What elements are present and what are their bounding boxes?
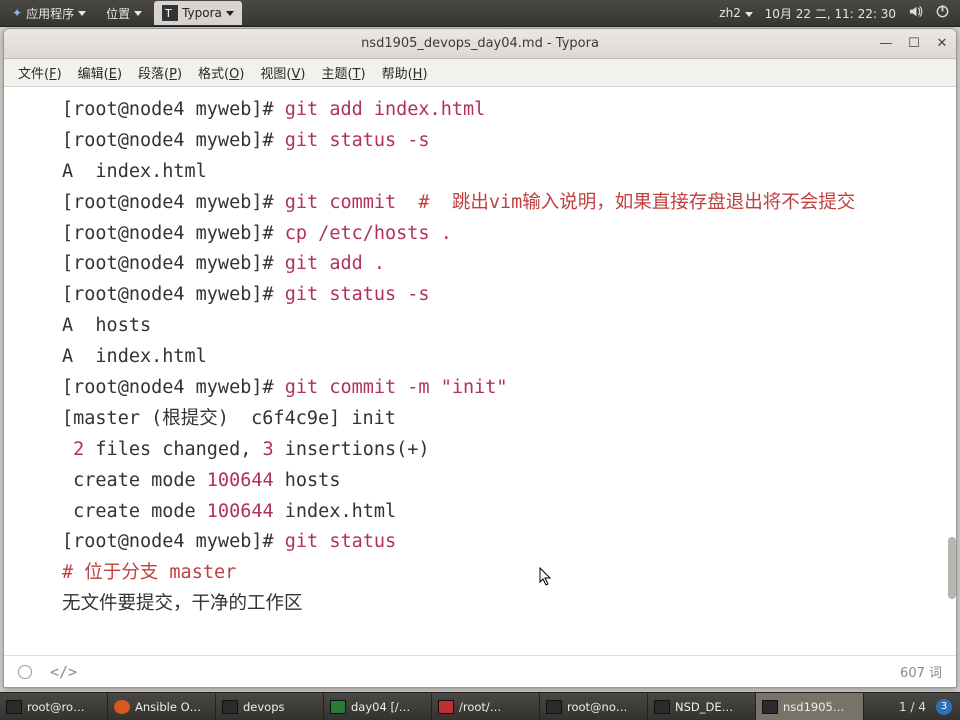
- term-icon: [222, 700, 238, 714]
- taskbar-item[interactable]: root@no…: [540, 693, 648, 720]
- chevron-down-icon: [226, 11, 234, 16]
- taskbar-item[interactable]: root@ro…: [0, 693, 108, 720]
- editor-line[interactable]: create mode 100644 index.html: [62, 497, 956, 528]
- svg-text:T: T: [164, 7, 172, 20]
- ff-icon: [114, 700, 130, 714]
- source-mode-icon[interactable]: </>: [50, 663, 77, 681]
- taskbar-item-label: devops: [243, 700, 285, 714]
- workspace-pager[interactable]: 1 / 4: [899, 700, 926, 714]
- menu-theme[interactable]: 主题(T): [313, 59, 373, 86]
- app-menubar: 文件(F) 编辑(E) 段落(P) 格式(O) 视图(V) 主题(T) 帮助(H…: [4, 59, 956, 87]
- volume-icon[interactable]: [908, 4, 923, 22]
- taskbar-item-label: /root/…: [459, 700, 501, 714]
- taskbar-item[interactable]: day04 [/…: [324, 693, 432, 720]
- word-count[interactable]: 607 词: [900, 662, 942, 681]
- taskbar-item[interactable]: NSD_DE…: [648, 693, 756, 720]
- chevron-down-icon: [78, 11, 86, 16]
- chevron-down-icon: [745, 12, 753, 17]
- term-icon: [762, 700, 778, 714]
- editor-line[interactable]: [root@node4 myweb]# git status -s: [62, 280, 956, 311]
- taskbar-item[interactable]: Ansible O…: [108, 693, 216, 720]
- term-icon: [654, 700, 670, 714]
- editor-line[interactable]: [master (根提交) c6f4c9e] init: [62, 404, 956, 435]
- power-icon[interactable]: [935, 4, 950, 22]
- term-icon: [546, 700, 562, 714]
- taskbar-item-label: day04 [/…: [351, 700, 410, 714]
- editor-line[interactable]: [root@node4 myweb]# cp /etc/hosts .: [62, 219, 956, 250]
- pc-icon: [330, 700, 346, 714]
- apps-icon: ✦: [12, 6, 22, 20]
- taskbar-item-label: root@no…: [567, 700, 627, 714]
- editor-line[interactable]: 无文件要提交，干净的工作区: [62, 589, 956, 620]
- menu-format[interactable]: 格式(O): [190, 59, 252, 86]
- menu-file[interactable]: 文件(F): [10, 59, 70, 86]
- window-titlebar[interactable]: nsd1905_devops_day04.md - Typora — ☐ ✕: [4, 29, 956, 59]
- taskbar-item[interactable]: /root/…: [432, 693, 540, 720]
- menu-help[interactable]: 帮助(H): [374, 59, 436, 86]
- desktop-top-panel: ✦ 应用程序 位置 T Typora zh2 10月 22 二, 11: 22:…: [0, 0, 960, 27]
- editor-line[interactable]: # 位于分支 master: [62, 558, 956, 589]
- outline-toggle-icon[interactable]: [18, 665, 32, 679]
- active-app-indicator[interactable]: T Typora: [154, 1, 242, 25]
- taskbar-item-label: root@ro…: [27, 700, 85, 714]
- editor-line[interactable]: 2 files changed, 3 insertions(+): [62, 435, 956, 466]
- editor-line[interactable]: [root@node4 myweb]# git commit # 跳出vim输入…: [62, 188, 956, 219]
- input-method-indicator[interactable]: zh2: [719, 6, 752, 20]
- minimize-button[interactable]: —: [878, 36, 894, 51]
- notification-badge[interactable]: 3: [936, 699, 952, 715]
- typora-window: nsd1905_devops_day04.md - Typora — ☐ ✕ 文…: [3, 28, 957, 688]
- editor-line[interactable]: A hosts: [62, 311, 956, 342]
- ld-icon: [438, 700, 454, 714]
- close-button[interactable]: ✕: [934, 36, 950, 51]
- editor-line[interactable]: [root@node4 myweb]# git commit -m "init": [62, 373, 956, 404]
- editor-line[interactable]: A index.html: [62, 342, 956, 373]
- typora-app-icon: T: [162, 5, 178, 21]
- taskbar-item[interactable]: devops: [216, 693, 324, 720]
- taskbar-item-label: nsd1905…: [783, 700, 844, 714]
- status-bar: </> 607 词: [4, 655, 956, 687]
- window-title: nsd1905_devops_day04.md - Typora: [361, 36, 599, 51]
- editor-line[interactable]: [root@node4 myweb]# git add .: [62, 249, 956, 280]
- taskbar-item-label: Ansible O…: [135, 700, 201, 714]
- editor-area[interactable]: [root@node4 myweb]# git add index.html[r…: [4, 87, 956, 655]
- editor-line[interactable]: [root@node4 myweb]# git status -s: [62, 126, 956, 157]
- term-icon: [6, 700, 22, 714]
- places-menu[interactable]: 位置: [98, 1, 150, 26]
- chevron-down-icon: [134, 11, 142, 16]
- menu-edit[interactable]: 编辑(E): [70, 59, 130, 86]
- editor-line[interactable]: [root@node4 myweb]# git add index.html: [62, 95, 956, 126]
- editor-line[interactable]: create mode 100644 hosts: [62, 466, 956, 497]
- menu-view[interactable]: 视图(V): [252, 59, 313, 86]
- clock[interactable]: 10月 22 二, 11: 22: 30: [765, 5, 896, 22]
- editor-line[interactable]: [root@node4 myweb]# git status: [62, 527, 956, 558]
- editor-line[interactable]: A index.html: [62, 157, 956, 188]
- taskbar-item[interactable]: nsd1905…: [756, 693, 864, 720]
- menu-paragraph[interactable]: 段落(P): [130, 59, 190, 86]
- taskbar-item-label: NSD_DE…: [675, 700, 733, 714]
- applications-menu[interactable]: ✦ 应用程序: [4, 1, 94, 26]
- vertical-scrollbar-thumb[interactable]: [948, 537, 956, 599]
- desktop-taskbar: root@ro… Ansible O… devops day04 [/… /root/……: [0, 692, 960, 720]
- maximize-button[interactable]: ☐: [906, 36, 922, 51]
